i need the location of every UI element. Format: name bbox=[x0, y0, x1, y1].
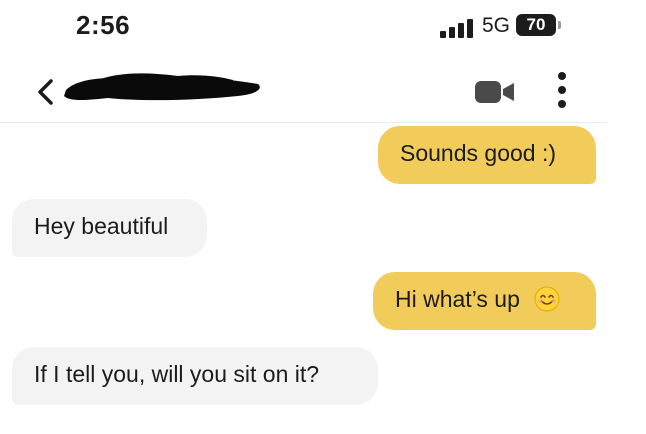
network-type: 5G bbox=[482, 14, 511, 37]
more-vertical-icon[interactable] bbox=[554, 70, 570, 110]
message-text: Hey beautiful bbox=[34, 213, 169, 239]
battery-tip bbox=[558, 21, 561, 29]
message-received[interactable]: Hey beautiful bbox=[12, 199, 207, 257]
smiling-face-icon bbox=[534, 286, 560, 312]
redacted-contact-name bbox=[58, 66, 268, 106]
status-time: 2:56 bbox=[76, 10, 131, 40]
message-text: Sounds good :) bbox=[400, 140, 557, 166]
message-sent[interactable]: Sounds good :) bbox=[378, 126, 596, 184]
video-call-icon[interactable] bbox=[474, 78, 516, 106]
chevron-left-icon[interactable] bbox=[34, 77, 58, 107]
message-received[interactable]: If I tell you, will you sit on it? bbox=[12, 347, 378, 405]
header-divider bbox=[0, 122, 606, 123]
message-text: If I tell you, will you sit on it? bbox=[34, 361, 320, 387]
message-sent[interactable]: Hi what’s up bbox=[373, 272, 596, 330]
message-text: Hi what’s up bbox=[395, 286, 520, 312]
battery-icon: 70 bbox=[516, 14, 556, 36]
signal-strength-icon bbox=[440, 18, 474, 38]
